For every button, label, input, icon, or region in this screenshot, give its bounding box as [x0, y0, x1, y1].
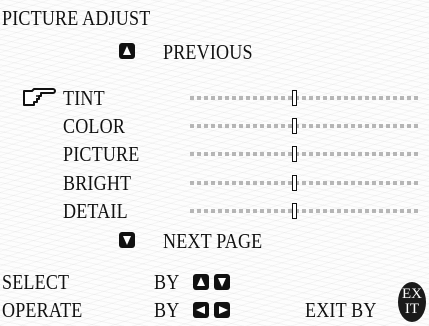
picture-adjust-screen: PICTURE ADJUST PREVIOUS TINT COLOR PICTU…	[0, 0, 429, 326]
exit-button-line2: IT	[404, 301, 420, 317]
tint-slider-track[interactable]	[190, 96, 420, 100]
menu-item-picture[interactable]: PICTURE	[63, 142, 139, 166]
select-instruction-label: SELECT	[2, 270, 70, 294]
pointing-hand-icon	[23, 88, 56, 106]
menu-title: PICTURE ADJUST	[2, 6, 151, 30]
operate-by-label: BY	[154, 298, 180, 322]
exit-button-line1: EX	[402, 286, 422, 302]
left-arrow-button-icon	[193, 302, 209, 318]
menu-item-tint[interactable]: TINT	[63, 86, 105, 110]
operate-instruction-label: OPERATE	[2, 298, 83, 322]
tint-slider-handle[interactable]	[292, 90, 297, 106]
select-by-label: BY	[154, 270, 180, 294]
exit-button-icon[interactable]: EX IT	[398, 282, 426, 322]
up-arrow-button-icon	[193, 274, 209, 290]
right-arrow-button-icon	[214, 302, 230, 318]
detail-slider-track[interactable]	[190, 209, 420, 213]
down-arrow-button-icon	[214, 274, 230, 290]
up-arrow-button-icon[interactable]	[119, 43, 135, 59]
bright-slider-track[interactable]	[190, 181, 420, 185]
previous-page-label[interactable]: PREVIOUS	[163, 40, 253, 64]
picture-slider-handle[interactable]	[292, 146, 297, 162]
menu-item-bright[interactable]: BRIGHT	[63, 171, 131, 195]
down-arrow-button-icon[interactable]	[119, 232, 135, 248]
color-slider-track[interactable]	[190, 124, 420, 128]
exit-instruction-label: EXIT BY	[305, 298, 377, 322]
detail-slider-handle[interactable]	[292, 203, 297, 219]
color-slider-handle[interactable]	[292, 118, 297, 134]
picture-slider-track[interactable]	[190, 152, 420, 156]
menu-item-detail[interactable]: DETAIL	[63, 199, 128, 223]
next-page-label[interactable]: NEXT PAGE	[163, 229, 262, 253]
menu-item-color[interactable]: COLOR	[63, 114, 125, 138]
bright-slider-handle[interactable]	[292, 175, 297, 191]
